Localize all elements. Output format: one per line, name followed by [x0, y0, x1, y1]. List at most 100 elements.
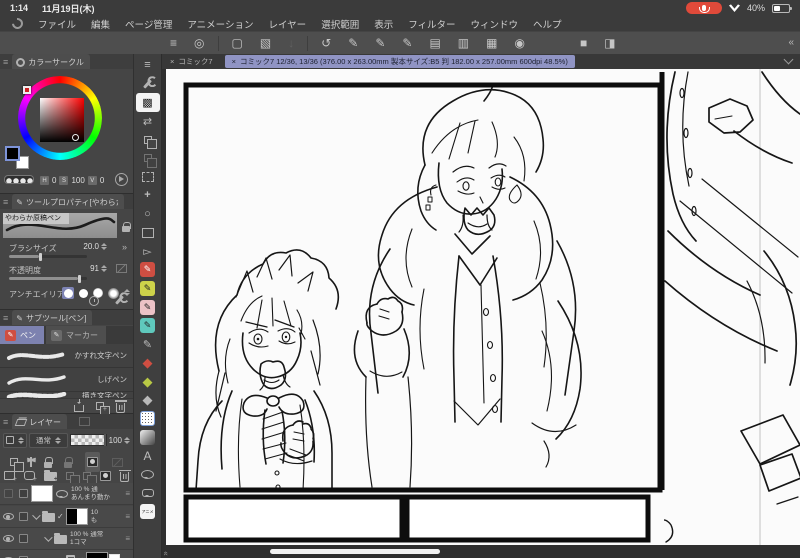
transfer-down-icon[interactable] — [66, 471, 80, 485]
layer-checkbox[interactable] — [19, 489, 28, 498]
pen-quick-icon-2[interactable]: ✎ — [375, 37, 385, 49]
eye-toggle[interactable] — [2, 513, 14, 520]
layer-move-tool[interactable]: ⇄ — [136, 112, 160, 131]
clip-to-layer-icon[interactable] — [10, 458, 24, 472]
brush-size-stepper[interactable] — [101, 243, 107, 250]
close-icon[interactable]: × — [232, 57, 236, 66]
layer-row-frame[interactable]: ✓ — [0, 550, 133, 558]
page-copy-tool[interactable] — [136, 130, 160, 150]
snap-ruler-icon[interactable] — [30, 457, 32, 467]
tab-comic7-inactive[interactable]: × コミック7 — [162, 54, 223, 69]
tab-marker[interactable]: ✎ マーカー — [46, 326, 106, 344]
nib-pen-tool[interactable]: ✎ — [136, 335, 160, 354]
toolbar-menu-icon[interactable]: ≡ — [170, 37, 177, 49]
move-tool[interactable]: + — [136, 186, 160, 205]
eye-toggle[interactable] — [3, 489, 13, 498]
layer-drag-handle[interactable]: ≡ — [125, 512, 130, 521]
eraser-tool[interactable]: ◆ — [136, 372, 160, 391]
color-set-toggle-icon[interactable] — [115, 173, 128, 186]
reset-initial-icon[interactable] — [89, 296, 99, 306]
paste-tool[interactable] — [136, 149, 160, 168]
new-canvas-icon[interactable]: ▢ — [232, 37, 243, 49]
merge-down-icon[interactable] — [83, 471, 97, 485]
layer-color-icon[interactable] — [111, 457, 123, 467]
delete-layer-icon[interactable] — [118, 469, 131, 482]
menu-filter[interactable]: フィルター — [408, 17, 455, 31]
brush-item-kasure[interactable]: かすれ文字ペン — [0, 344, 133, 368]
sub-tool-tab[interactable]: ✎ サブツール[ペン] — [12, 310, 93, 325]
balloon-tool[interactable] — [136, 465, 160, 484]
decoration-tool[interactable]: ◆ — [136, 354, 160, 373]
opacity-slider[interactable] — [9, 274, 87, 283]
layer-thumbnail[interactable] — [85, 552, 108, 558]
clip-studio-logo-icon[interactable] — [9, 15, 26, 32]
layer-opacity-value-group[interactable]: 100 — [109, 436, 130, 445]
menu-page-manage[interactable]: ページ管理 — [125, 17, 172, 31]
import-brush-icon[interactable] — [74, 398, 84, 412]
text-tool[interactable]: A — [136, 446, 160, 465]
layer-convert-icon[interactable]: ▥ — [458, 37, 469, 49]
pen-quick-icon-1[interactable]: ✎ — [348, 37, 358, 49]
main-color-swatch[interactable] — [5, 146, 20, 161]
layer-mask-icon[interactable] — [100, 470, 111, 481]
pen-tool[interactable]: ✎ — [136, 261, 160, 280]
mask-thumbnail[interactable] — [108, 553, 120, 558]
brush-size-slider[interactable] — [9, 252, 87, 261]
pen-quick-icon-3[interactable]: ✎ — [402, 37, 412, 49]
hue-marker[interactable] — [23, 86, 31, 94]
tone-tool[interactable] — [136, 409, 160, 428]
tab-pen[interactable]: ✎ ペン — [0, 326, 44, 344]
opacity-value[interactable]: 91 — [90, 264, 99, 273]
antialias-strong-option[interactable] — [107, 287, 119, 299]
layer-drag-handle[interactable]: ≡ — [125, 534, 130, 543]
tool-property-tab[interactable]: ✎ ツールプロパティ[やわらか原稿 — [12, 194, 124, 209]
panel-menu-icon[interactable]: ≡ — [3, 197, 8, 207]
tab-comic7-active[interactable]: × コミック7 12/36, 13/36 (376.00 x 263.00mm … — [224, 55, 575, 68]
pencil-tool[interactable]: ✎ — [136, 279, 160, 298]
layer-effect-chip[interactable] — [3, 432, 27, 448]
antialias-none-option[interactable] — [62, 287, 74, 299]
new-layer-settings-icon[interactable] — [24, 471, 37, 483]
menu-file[interactable]: ファイル — [38, 17, 76, 31]
layer-stack-icon[interactable]: ▤ — [429, 37, 440, 49]
panel-menu-icon[interactable]: ≡ — [3, 57, 8, 67]
check-icon[interactable]: ✓ — [57, 512, 64, 521]
expand-panel-icon[interactable]: « — [162, 551, 171, 555]
menu-animation[interactable]: アニメーション — [187, 17, 253, 31]
layer-thumbnail[interactable] — [65, 508, 88, 525]
horizontal-scrollbar[interactable]: « — [162, 545, 800, 558]
recording-indicator[interactable] — [685, 2, 722, 14]
new-raster-layer-icon[interactable] — [4, 471, 17, 483]
duplicate-brush-icon[interactable] — [96, 402, 110, 416]
sv-cursor[interactable] — [72, 134, 79, 141]
brush-item-shige[interactable]: しげペン — [0, 368, 133, 392]
undo-history-icon[interactable]: ↺ — [321, 37, 331, 49]
delete-brush-icon[interactable] — [114, 400, 127, 413]
brush-size-more-icon[interactable]: » — [122, 242, 127, 252]
brush-tool[interactable]: ✎ — [136, 298, 160, 317]
lock-transparent-icon[interactable] — [64, 457, 74, 468]
workspace-grid-icon[interactable]: ▦ — [486, 37, 497, 49]
opacity-stepper[interactable] — [101, 265, 107, 272]
layer-drag-handle[interactable]: ≡ — [125, 489, 130, 498]
screen-single-icon[interactable]: ■ — [580, 37, 587, 49]
menu-window[interactable]: ウィンドウ — [471, 17, 519, 31]
layer-tab[interactable]: レイヤー — [12, 414, 68, 429]
opacity-dynamics-icon[interactable] — [116, 264, 127, 273]
brush-size-value-group[interactable]: 20.0 — [83, 242, 107, 251]
transparent-color-button[interactable] — [4, 175, 34, 184]
expand-chevron-icon[interactable] — [32, 510, 41, 520]
layer-row-folder-top[interactable]: ✓ 10 も ≡ — [0, 506, 133, 528]
marquee-select-tool[interactable] — [136, 168, 160, 187]
frame-border-tool[interactable]: ▩ — [135, 93, 160, 112]
layer-thumbnail[interactable] — [31, 485, 53, 502]
antialias-weak-option[interactable] — [77, 287, 89, 299]
animation-folder-tool[interactable]: アニメ — [136, 502, 160, 521]
lasso-tool[interactable]: ○ — [136, 205, 160, 224]
panel-menu-icon[interactable]: ≡ — [3, 313, 8, 323]
speech-bubble-tool[interactable] — [136, 484, 160, 503]
canvas-viewport[interactable]: « — [162, 69, 800, 558]
toolbar-logo-icon[interactable]: ◎ — [194, 37, 204, 49]
brush-size-value[interactable]: 20.0 — [83, 242, 99, 251]
layer-opacity-slider[interactable] — [69, 434, 107, 446]
